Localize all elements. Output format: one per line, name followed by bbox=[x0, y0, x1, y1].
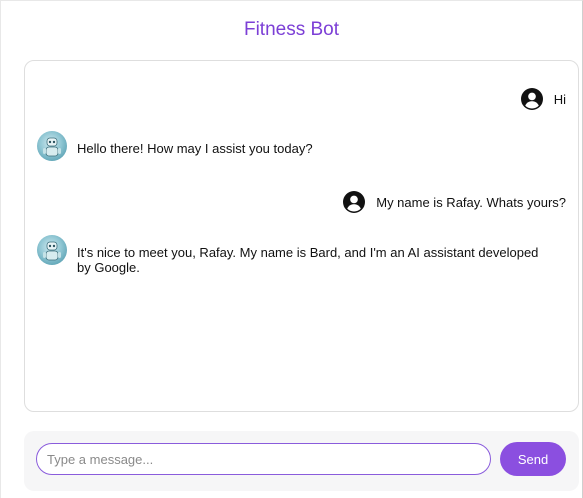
user-message: Hi bbox=[520, 88, 566, 110]
robot-avatar-icon bbox=[37, 131, 67, 161]
chat-window[interactable]: Hi Hello there! How may I assist you tod… bbox=[24, 60, 579, 412]
user-message: My name is Rafay. Whats yours? bbox=[343, 191, 566, 213]
bot-message: It's nice to meet you, Rafay. My name is… bbox=[37, 235, 547, 275]
user-circle-icon bbox=[343, 191, 366, 213]
chat-app: Fitness Bot Hi Hello there! How may I as… bbox=[0, 0, 583, 498]
message-text: Hi bbox=[553, 91, 566, 107]
page-title: Fitness Bot bbox=[243, 19, 340, 40]
bot-message: Hello there! How may I assist you today? bbox=[37, 131, 547, 161]
message-composer: Send bbox=[24, 431, 579, 491]
user-circle-icon bbox=[520, 88, 543, 110]
message-text: My name is Rafay. Whats yours? bbox=[376, 194, 566, 210]
message-input[interactable] bbox=[36, 443, 491, 475]
robot-avatar-icon bbox=[37, 235, 67, 265]
message-text: Hello there! How may I assist you today? bbox=[77, 141, 313, 156]
send-button[interactable]: Send bbox=[500, 442, 566, 476]
message-text: It's nice to meet you, Rafay. My name is… bbox=[77, 245, 539, 275]
